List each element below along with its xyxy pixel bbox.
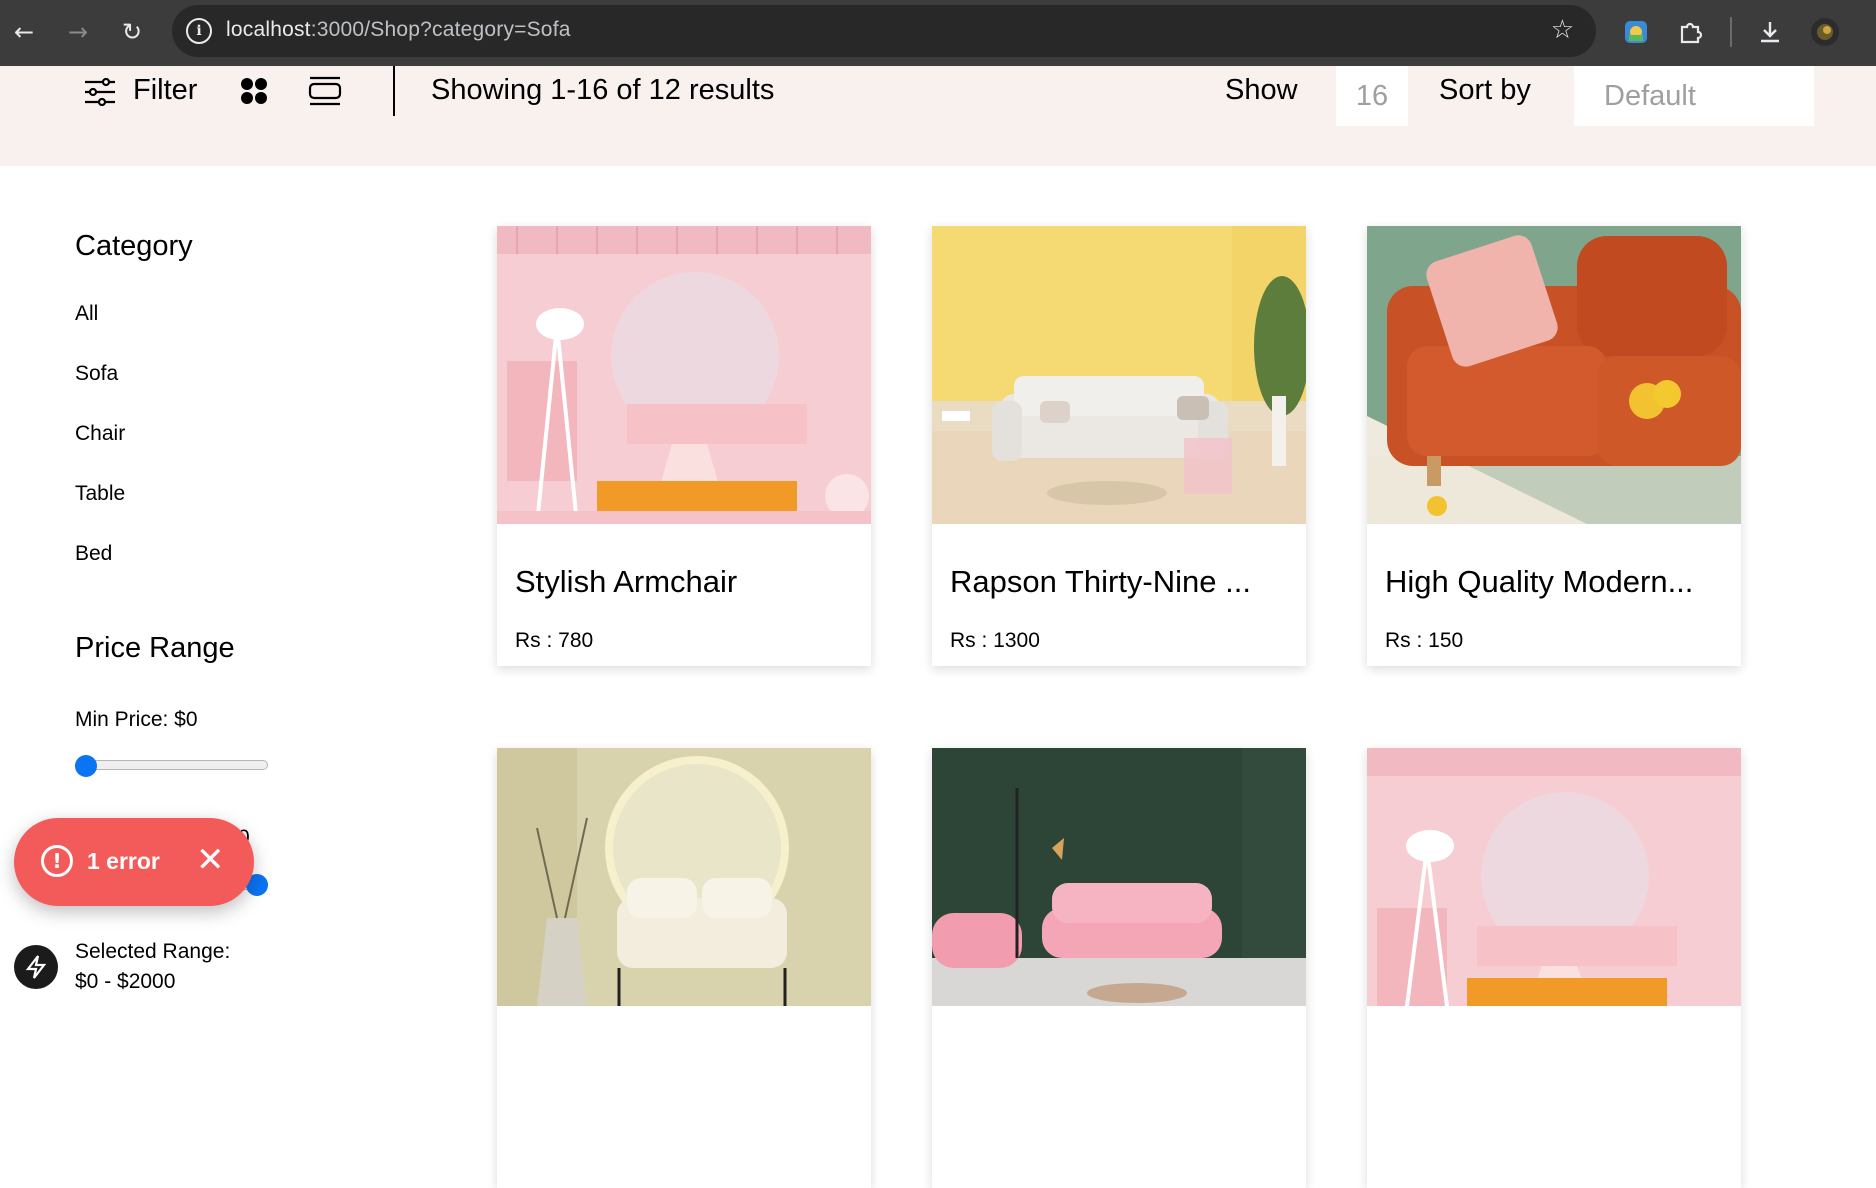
puzzle-icon[interactable] xyxy=(1670,12,1710,52)
product-price: Rs : 150 xyxy=(1385,629,1464,652)
selected-range-label: Selected Range: xyxy=(75,940,231,963)
forward-icon[interactable]: → xyxy=(60,14,96,50)
min-price-slider[interactable] xyxy=(75,760,268,770)
error-alert-icon: ! xyxy=(41,845,73,877)
category-all[interactable]: All xyxy=(75,302,98,326)
min-price-label: Min Price: $0 xyxy=(75,708,198,731)
product-name[interactable]: Rapson Thirty-Nine ... xyxy=(950,564,1251,600)
dev-tools-badge[interactable] xyxy=(14,945,58,989)
show-count-input[interactable]: 16 xyxy=(1336,66,1408,126)
filter-button[interactable]: Filter xyxy=(133,74,197,107)
back-icon[interactable]: ← xyxy=(6,14,42,50)
product-image[interactable] xyxy=(1367,748,1741,1006)
profile-avatar[interactable] xyxy=(1805,12,1845,52)
grid-view-icon[interactable] xyxy=(240,77,268,109)
category-chair[interactable]: Chair xyxy=(75,422,125,446)
close-icon[interactable]: ✕ xyxy=(196,838,225,882)
filter-icon[interactable] xyxy=(84,77,116,110)
product-card[interactable]: Rapson Thirty-Nine ... Rs : 1300 xyxy=(932,226,1306,666)
error-toast[interactable]: ! 1 error ✕ xyxy=(14,818,254,906)
product-image[interactable] xyxy=(932,748,1306,1006)
site-info-icon[interactable]: i xyxy=(186,18,212,44)
category-bed[interactable]: Bed xyxy=(75,542,112,566)
product-price: Rs : 780 xyxy=(515,629,594,652)
extension-icon[interactable] xyxy=(1616,12,1656,52)
browser-toolbar: ← → ↻ i localhost:3000/Shop?category=Sof… xyxy=(0,0,1876,66)
toolbar-divider xyxy=(393,66,395,116)
product-image[interactable] xyxy=(497,748,871,1006)
toolbar-separator xyxy=(1730,17,1732,47)
product-image[interactable] xyxy=(1367,226,1741,524)
sort-label: Sort by xyxy=(1439,74,1531,106)
bookmark-star-icon[interactable]: ☆ xyxy=(1551,15,1574,45)
product-image[interactable] xyxy=(497,226,871,524)
product-card[interactable]: Stylish Armchair Rs : 780 xyxy=(497,226,871,666)
category-table[interactable]: Table xyxy=(75,482,125,506)
download-icon[interactable] xyxy=(1750,12,1790,52)
selected-range-value: $0 - $2000 xyxy=(75,970,176,993)
reload-icon[interactable]: ↻ xyxy=(114,14,150,50)
product-card[interactable] xyxy=(1367,748,1741,1188)
product-name[interactable]: High Quality Modern... xyxy=(1385,564,1693,600)
results-count: Showing 1-16 of 12 results xyxy=(431,74,775,106)
sort-select[interactable]: Default xyxy=(1574,66,1814,126)
min-price-slider-thumb[interactable] xyxy=(75,755,97,777)
category-heading: Category xyxy=(75,230,193,262)
product-name[interactable]: Stylish Armchair xyxy=(515,564,737,600)
list-view-icon[interactable] xyxy=(308,76,342,110)
error-count[interactable]: 1 error xyxy=(87,848,160,875)
product-card[interactable] xyxy=(932,748,1306,1188)
product-image[interactable] xyxy=(932,226,1306,524)
price-range-heading: Price Range xyxy=(75,632,235,664)
product-price: Rs : 1300 xyxy=(950,629,1040,652)
show-label: Show xyxy=(1225,74,1298,106)
product-card[interactable]: High Quality Modern... Rs : 150 xyxy=(1367,226,1741,666)
product-card[interactable] xyxy=(497,748,871,1188)
url-host: localhost xyxy=(226,18,311,41)
url-path: :3000/Shop?category=Sofa xyxy=(310,18,571,41)
address-bar[interactable]: i localhost:3000/Shop?category=Sofa ☆ xyxy=(172,5,1596,57)
url-text[interactable]: localhost:3000/Shop?category=Sofa xyxy=(226,18,571,42)
category-sofa[interactable]: Sofa xyxy=(75,362,118,386)
